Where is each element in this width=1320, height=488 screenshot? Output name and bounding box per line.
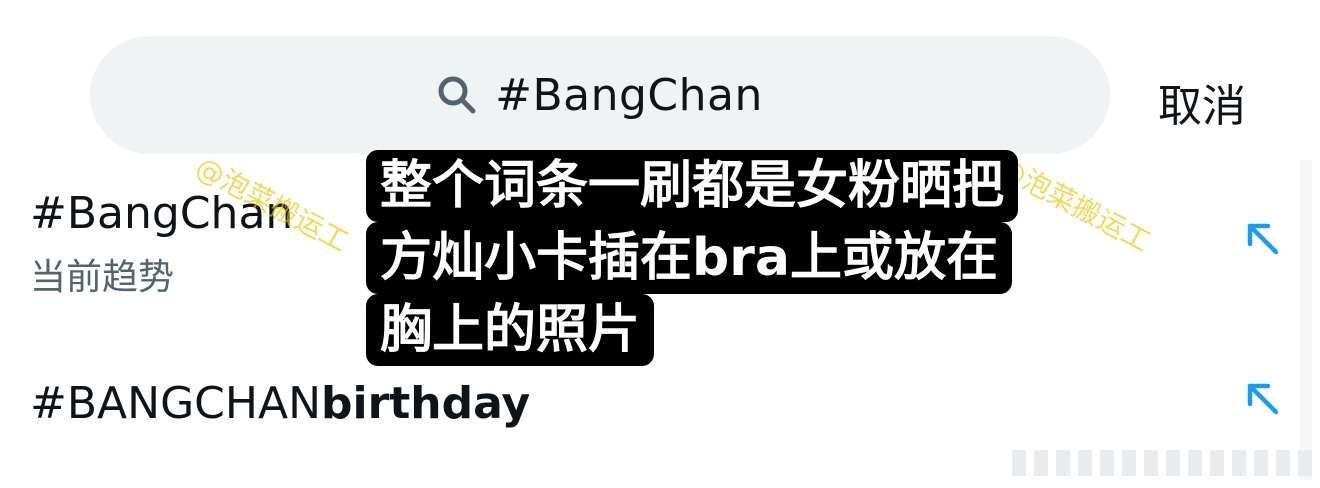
caption-line: 胸上的照片 xyxy=(366,294,655,366)
bottom-decoration xyxy=(1012,450,1312,476)
result-tag: #BANGCHANbirthday xyxy=(30,378,531,429)
result-subtitle: 当前趋势 xyxy=(30,257,175,298)
search-icon xyxy=(437,75,477,115)
caption-line: 方灿小卡插在bra上或放在 xyxy=(366,222,1012,294)
scrollbar[interactable] xyxy=(1300,160,1312,480)
list-item[interactable]: #BANGCHANbirthday xyxy=(0,360,1320,450)
search-inner: #BangChan xyxy=(437,70,763,121)
search-bar[interactable]: #BangChan xyxy=(90,36,1110,154)
fill-query-arrow-icon[interactable] xyxy=(1242,218,1282,258)
search-input[interactable]: #BangChan xyxy=(495,70,763,121)
caption-line: 整个词条一刷都是女粉晒把 xyxy=(366,150,1019,222)
fill-query-arrow-icon[interactable] xyxy=(1242,378,1282,418)
cancel-button[interactable]: 取消 xyxy=(1158,70,1246,134)
caption-overlay: 整个词条一刷都是女粉晒把 方灿小卡插在bra上或放在 胸上的照片 xyxy=(366,150,1019,366)
